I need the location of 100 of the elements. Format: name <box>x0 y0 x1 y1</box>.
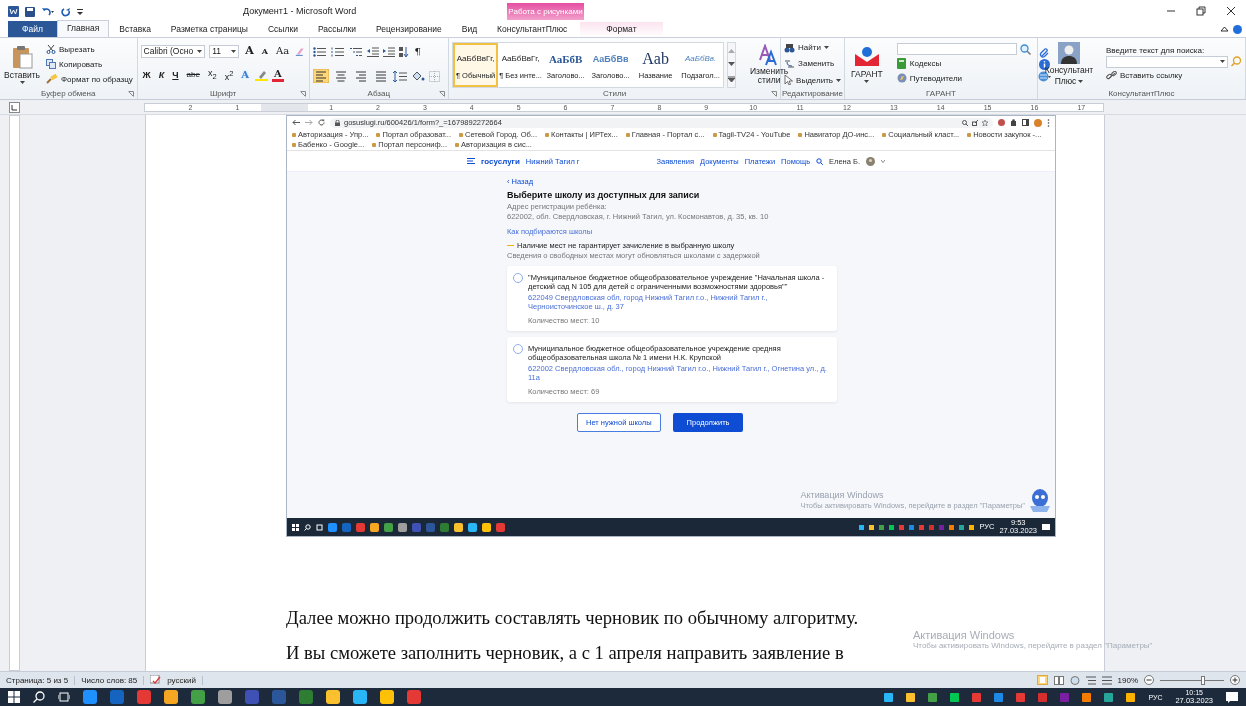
web-view-icon[interactable] <box>1069 675 1080 685</box>
draft-view-icon[interactable] <box>1101 675 1112 685</box>
spellcheck-icon[interactable] <box>150 675 162 685</box>
back-arrow-icon[interactable] <box>292 119 300 126</box>
more-icon[interactable] <box>728 76 736 83</box>
change-case-button[interactable]: Aa <box>274 44 292 59</box>
paste-button[interactable]: Вставить <box>1 43 44 85</box>
language-status[interactable]: русский <box>167 675 203 685</box>
shading-icon[interactable] <box>410 70 425 82</box>
restore-icon[interactable] <box>1196 6 1206 16</box>
clear-formatting-icon[interactable] <box>295 45 306 57</box>
align-left-button[interactable] <box>312 69 329 83</box>
avatar-icon[interactable] <box>866 156 875 166</box>
line-spacing-icon[interactable] <box>392 70 407 82</box>
zoom-icon[interactable] <box>962 119 968 126</box>
grow-font-button[interactable]: A <box>243 44 256 59</box>
font-size-field[interactable]: 11 <box>209 44 240 58</box>
show-marks-button[interactable]: ¶ <box>412 45 423 59</box>
font-name-field[interactable]: Calibri (Осно <box>140 44 206 58</box>
reading-view-icon[interactable] <box>1053 675 1064 685</box>
school-card[interactable] <box>507 337 837 402</box>
ribbon-tab[interactable]: Разметка страницы <box>160 21 258 37</box>
ribbon-tab[interactable]: Вставка <box>109 21 161 37</box>
konsultant-button[interactable]: Консультант Плюс <box>1041 41 1097 87</box>
paperclip-icon[interactable] <box>1038 46 1050 58</box>
font-style-button[interactable]: x$_{2}$ <box>205 66 219 84</box>
customize-caret-icon[interactable] <box>77 7 83 16</box>
ribbon-tab[interactable]: Рассылки <box>307 21 367 37</box>
minimize-ribbon-icon[interactable] <box>1220 25 1229 34</box>
format-painter-button[interactable]: Формат по образцу <box>46 72 133 86</box>
school-card[interactable] <box>507 266 837 331</box>
ribbon-tab[interactable]: Ссылки <box>258 21 308 37</box>
tray-icon[interactable] <box>994 692 1004 702</box>
cut-button[interactable]: Вырезать <box>46 42 133 56</box>
multilevel-list-icon[interactable] <box>348 47 363 57</box>
zoom-slider-thumb[interactable] <box>1200 675 1205 685</box>
zoom-in-icon[interactable] <box>1230 675 1240 685</box>
ribbon-tab[interactable]: Главная <box>56 20 110 37</box>
robot-mascot-drawing[interactable] <box>1028 488 1052 514</box>
guides-button[interactable]: Путеводители <box>896 71 1031 85</box>
garant-search-field[interactable] <box>896 43 1017 55</box>
ribbon-tab[interactable]: Файл <box>8 21 57 37</box>
konsultant-search-field[interactable] <box>1106 55 1228 68</box>
outline-view-icon[interactable] <box>1085 675 1096 685</box>
menu-icon[interactable] <box>467 158 475 164</box>
tray-icon[interactable] <box>884 692 894 702</box>
tray-icon[interactable] <box>928 692 938 702</box>
word-icon[interactable] <box>8 6 19 17</box>
font-style-button[interactable]: Ч <box>170 68 181 83</box>
caret-icon[interactable] <box>881 159 885 163</box>
task-view-icon[interactable] <box>58 691 70 703</box>
dialog-launcher-icon[interactable] <box>439 91 446 97</box>
windows-start-icon[interactable] <box>292 523 299 531</box>
ribbon-tab[interactable]: КонсультантПлюс <box>487 21 578 37</box>
decrease-indent-icon[interactable] <box>366 47 379 57</box>
dialog-launcher-icon[interactable] <box>127 91 134 97</box>
text-effects-button[interactable]: A <box>239 68 252 83</box>
find-button[interactable]: Найти <box>784 40 841 55</box>
ribbon-tab[interactable]: Формат <box>580 21 663 37</box>
zoom-out-icon[interactable] <box>1144 675 1154 685</box>
scroll-down-icon[interactable] <box>728 62 736 67</box>
windows-start-icon[interactable] <box>8 691 20 703</box>
notification-icon[interactable] <box>1042 523 1050 531</box>
tray-icon[interactable] <box>1104 692 1114 702</box>
dialog-launcher-icon[interactable] <box>771 91 778 97</box>
ribbon-tab[interactable]: Вид <box>451 21 488 37</box>
font-style-button[interactable]: К <box>156 68 167 83</box>
numbering-icon[interactable] <box>330 47 345 57</box>
font-color-button[interactable]: A <box>272 68 284 82</box>
font-style-button[interactable]: x$^{2}$ <box>222 66 236 84</box>
tray-icon[interactable] <box>906 692 916 702</box>
search-icon[interactable] <box>33 691 45 703</box>
close-icon[interactable] <box>1226 6 1236 16</box>
share-icon[interactable] <box>972 119 978 126</box>
radio-button[interactable] <box>513 273 523 283</box>
tray-icon[interactable] <box>950 692 960 702</box>
save-icon[interactable] <box>25 6 35 17</box>
search-icon[interactable] <box>304 523 311 531</box>
gallery-scrollbar[interactable] <box>727 42 737 88</box>
task-view-icon[interactable] <box>316 523 323 531</box>
select-button[interactable]: Выделить <box>784 73 841 88</box>
sidebar-icon[interactable] <box>1022 119 1029 126</box>
font-style-button[interactable]: Ж <box>140 68 153 83</box>
increase-indent-icon[interactable] <box>382 47 395 57</box>
shrink-font-button[interactable]: A <box>259 44 271 59</box>
zoom-level[interactable]: 190% <box>1117 675 1138 685</box>
tab-selector-icon[interactable] <box>9 101 20 113</box>
font-style-button[interactable]: abe <box>184 68 202 83</box>
dialog-launcher-icon[interactable] <box>299 91 306 97</box>
page-count[interactable]: Страница: 5 из 5 <box>6 675 76 685</box>
highlighter-icon[interactable] <box>255 69 269 81</box>
garant-button[interactable]: ГАРАНТ <box>848 44 886 84</box>
insert-link-button[interactable]: Вставить ссылку <box>1106 68 1242 83</box>
tray-icon[interactable] <box>1082 692 1092 702</box>
site-logo[interactable]: госуслуги <box>481 156 520 166</box>
redo-icon[interactable] <box>61 6 71 17</box>
more-vertical-icon[interactable] <box>1047 118 1050 127</box>
copy-button[interactable]: Копировать <box>46 57 133 71</box>
reload-icon[interactable] <box>318 119 325 126</box>
sort-icon[interactable] <box>398 46 409 58</box>
